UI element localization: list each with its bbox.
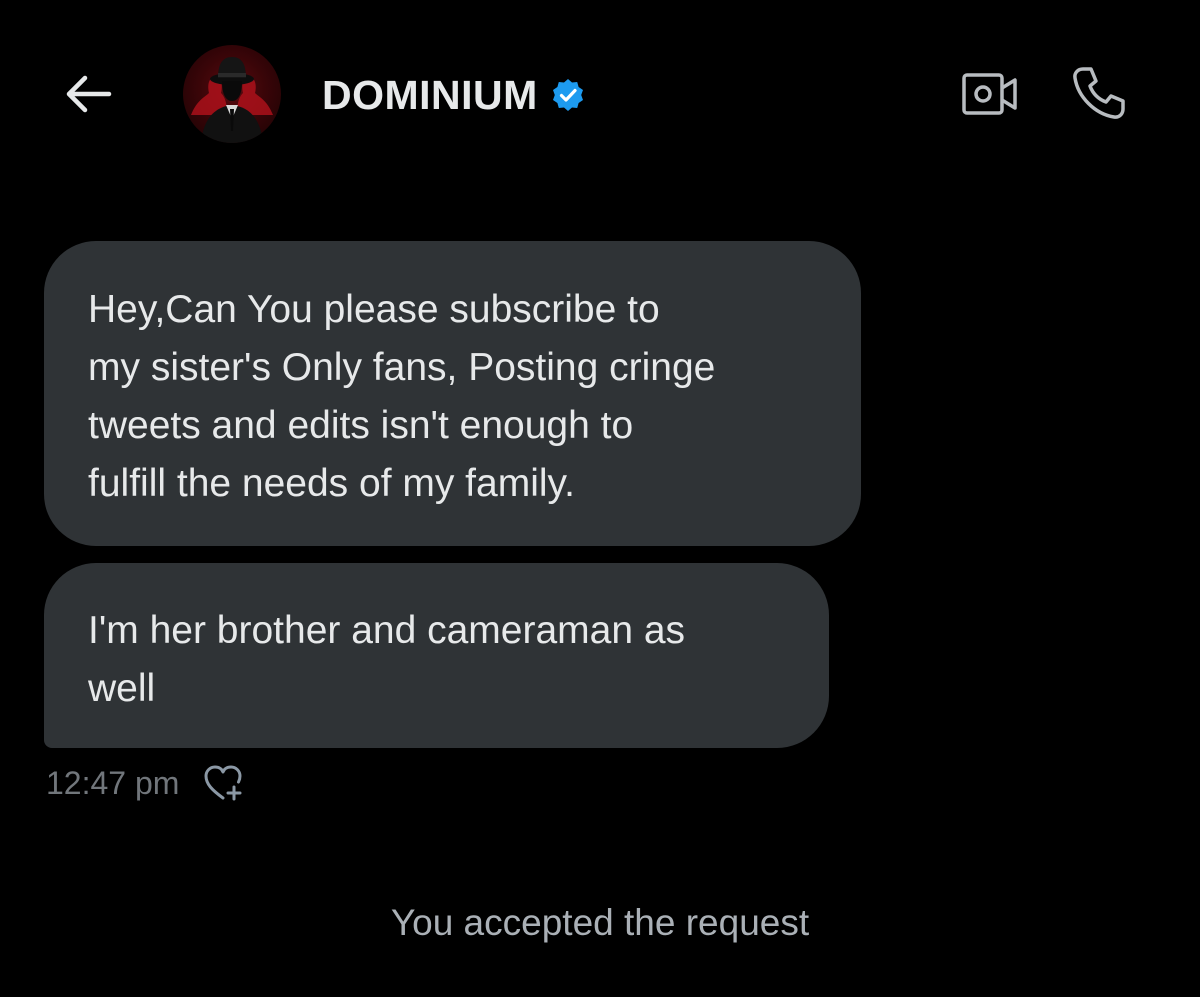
avatar[interactable]: [183, 45, 281, 143]
avatar-image: [191, 57, 273, 143]
add-reaction-button[interactable]: [201, 760, 247, 806]
video-call-button[interactable]: [958, 66, 1022, 122]
voice-call-button[interactable]: [1066, 62, 1132, 124]
system-message: You accepted the request: [390, 902, 810, 943]
heart-plus-icon: [204, 765, 242, 801]
video-camera-icon: [962, 73, 1017, 115]
verified-badge-icon: [552, 79, 583, 111]
arrow-left-icon: [66, 75, 112, 113]
message-bubble[interactable]: Hey,Can You please subscribe to my siste…: [44, 241, 861, 546]
message-text: Hey,Can You please subscribe to my siste…: [88, 288, 716, 505]
message-text: I'm her brother and cameraman as well: [88, 609, 686, 710]
contact-name: DOMINIUM: [322, 71, 538, 118]
message-meta: 12:47 pm: [46, 760, 247, 806]
message-bubble[interactable]: I'm her brother and cameraman as well: [44, 563, 829, 748]
back-button[interactable]: [58, 66, 118, 122]
phone-icon: [1073, 67, 1125, 119]
message-timestamp: 12:47 pm: [46, 764, 180, 801]
contact-title[interactable]: DOMINIUM: [322, 70, 586, 120]
conversation-header: DOMINIUM: [0, 0, 1200, 190]
